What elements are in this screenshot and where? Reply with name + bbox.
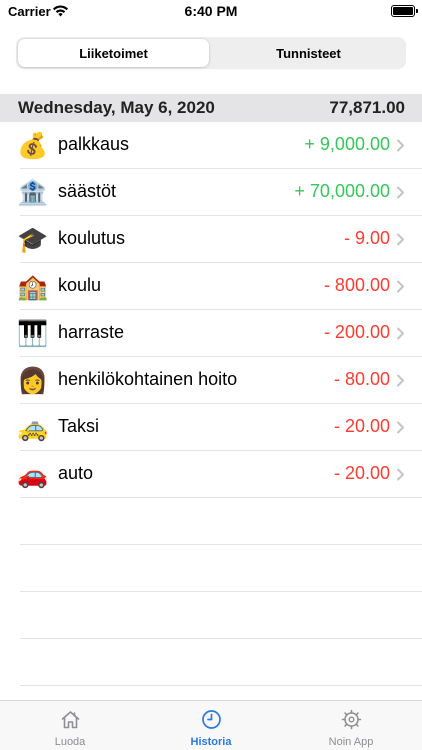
clock-icon [202,710,221,729]
transaction-name: Taksi [58,416,100,436]
chevron-right-icon [397,186,404,199]
school-icon: 🏫 [17,272,49,301]
transaction-amount: - 20.00 [333,416,390,436]
empty-row [0,545,422,592]
empty-row [0,639,422,686]
house-icon [61,711,80,729]
segment-transactions[interactable]: Liiketoimet [18,39,209,67]
status-time: 6:40 PM [184,3,238,19]
section-date: Wednesday, May 6, 2020 [18,98,215,117]
segment-tags[interactable]: Tunnisteet [213,39,404,67]
tab-historia[interactable]: Historia [141,701,281,750]
transaction-row[interactable]: 🏫 koulu - 800.00 [0,263,422,310]
transaction-amount: - 9.00 [343,228,390,248]
transaction-amount: - 80.00 [333,369,390,389]
transaction-row[interactable]: 🎹 harraste - 200.00 [0,310,422,357]
transaction-name: auto [58,463,94,483]
piano-icon: 🎹 [17,319,49,348]
transaction-amount: - 800.00 [323,275,390,295]
gear-icon [341,709,362,730]
transaction-row[interactable]: 🎓 koulutus - 9.00 [0,216,422,263]
chevron-right-icon [397,233,404,246]
segmented-control: Liiketoimet Tunnisteet [16,37,406,69]
status-bar: Carrier 6:40 PM [0,0,422,24]
chevron-right-icon [397,139,404,152]
bank-icon: 🏦 [17,178,49,207]
tab-label: Luoda [54,736,86,748]
transaction-row[interactable]: 🏦 säästöt + 70,000.00 [0,169,422,216]
empty-row [0,498,422,545]
chevron-right-icon [397,280,404,293]
graduation-cap-icon: 🎓 [17,225,49,254]
transaction-name: harraste [58,322,125,342]
transaction-amount: + 70,000.00 [294,181,390,201]
transaction-name: koulu [58,275,102,295]
transaction-amount: - 20.00 [333,463,390,483]
transaction-row[interactable]: 🚗 auto - 20.00 [0,451,422,498]
transaction-row[interactable]: 💰 palkkaus + 9,000.00 [0,122,422,169]
chevron-right-icon [397,468,404,481]
chevron-right-icon [397,374,404,387]
transaction-name: palkkaus [58,134,130,154]
tab-label: Historia [190,736,232,748]
battery-icon [391,5,418,17]
car-icon: 🚗 [17,460,49,489]
transaction-list: 💰 palkkaus + 9,000.00 🏦 säästöt + 70,000.00 🎓 k… [0,122,422,686]
chevron-right-icon [397,421,404,434]
transaction-row[interactable]: 👩 henkilökohtainen hoito - 80.00 [0,357,422,404]
tab-noin-app[interactable]: Noin App [281,701,421,750]
transaction-amount: - 200.00 [323,322,390,342]
date-section-header: Wednesday, May 6, 2020 77,871.00 [0,94,422,122]
taxi-icon: 🚕 [17,413,49,442]
tab-bar: Luoda Historia Noin App [0,700,422,750]
section-total: 77,871.00 [329,98,405,117]
transaction-name: henkilökohtainen hoito [58,369,238,389]
transaction-name: koulutus [58,228,126,248]
person-icon: 👩 [17,366,49,395]
tab-label: Noin App [328,736,374,748]
transaction-row[interactable]: 🚕 Taksi - 20.00 [0,404,422,451]
empty-row [0,592,422,639]
transaction-name: säästöt [58,181,117,201]
transaction-amount: + 9,000.00 [304,134,390,154]
tab-luoda[interactable]: Luoda [0,701,140,750]
chevron-right-icon [397,327,404,340]
money-bag-icon: 💰 [17,131,49,160]
